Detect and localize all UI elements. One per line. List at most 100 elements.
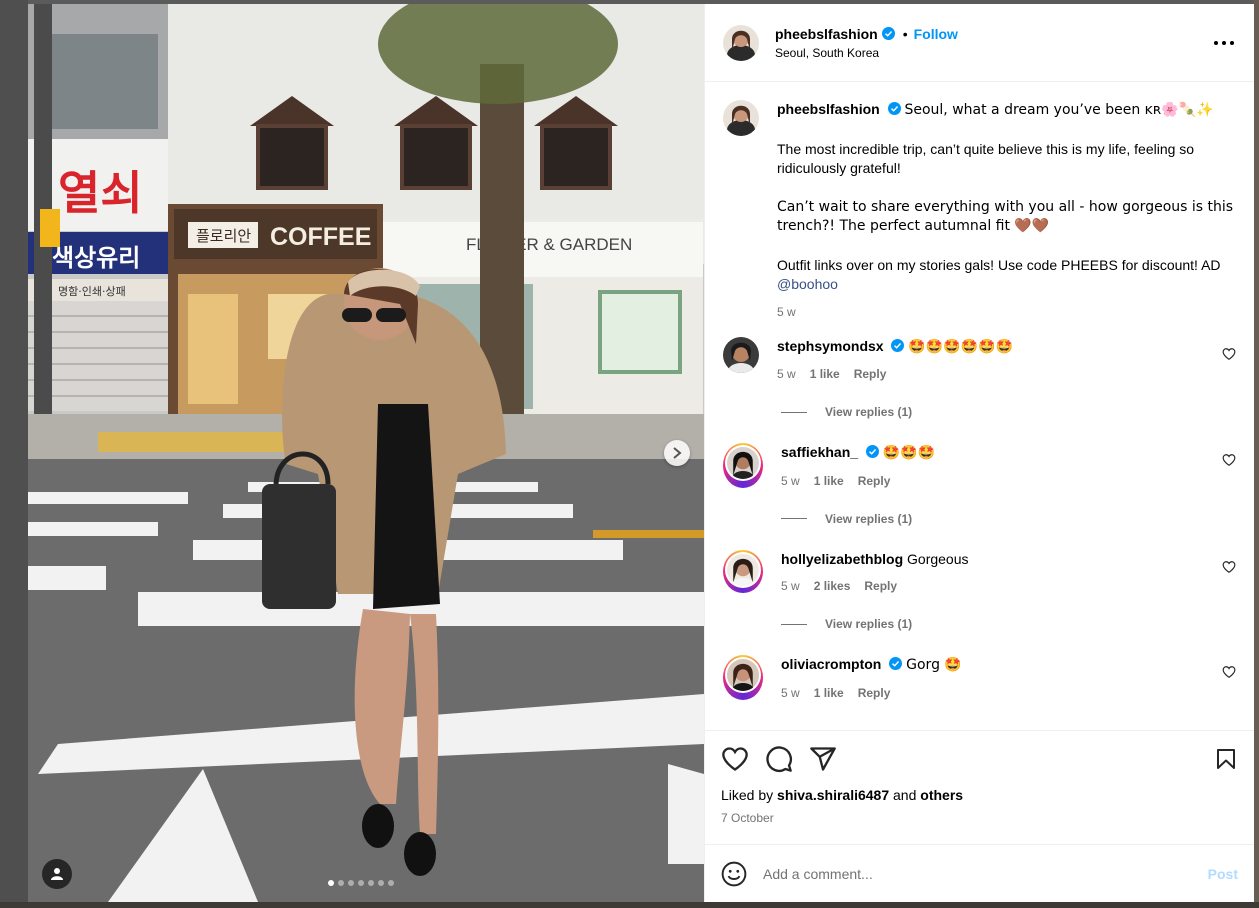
korean-cafe-sign: 플로리안 <box>196 227 251 245</box>
like-button-heart-icon[interactable] <box>721 745 749 773</box>
carousel-indicator <box>328 880 394 886</box>
page-backdrop-bottom <box>0 902 1259 908</box>
comment-row: saffiekhan_ 🤩🤩🤩 5 w 1 like Reply <box>723 443 1236 488</box>
comment-likes[interactable]: 1 like <box>810 367 840 381</box>
view-replies-button[interactable]: View replies (1) <box>781 405 1236 419</box>
view-replies-button[interactable]: View replies (1) <box>781 617 1236 631</box>
avatar-image <box>723 100 759 136</box>
reply-button[interactable]: Reply <box>858 474 891 488</box>
caption-author-avatar[interactable] <box>723 100 759 136</box>
verified-badge-icon <box>881 27 895 40</box>
reply-button[interactable]: Reply <box>854 367 887 381</box>
liked-by-user-link[interactable]: shiva.shirali6487 <box>777 787 889 803</box>
story-ring[interactable] <box>723 549 763 593</box>
page-backdrop-right <box>1254 0 1259 908</box>
comments-list[interactable]: pheebslfashion Seoul, what a dream you’v… <box>705 82 1254 730</box>
replies-rule <box>781 518 807 519</box>
carousel-dot <box>388 880 394 886</box>
mention-link[interactable]: @boohoo <box>777 276 838 292</box>
caption-username[interactable]: pheebslfashion <box>777 101 880 117</box>
street-photo-image: 열쇠 색상유리 명함·인쇄·상패 플로리안 COFFEE FLOWER & GA… <box>28 4 704 902</box>
carousel-dot <box>348 880 354 886</box>
red-shop-sign: 열쇠 <box>58 166 143 220</box>
commenter-avatar <box>727 659 759 691</box>
heart-icon[interactable] <box>1222 453 1236 467</box>
comment-row: hollyelizabethblog Gorgeous 5 w 2 likes … <box>723 549 1236 593</box>
caption-paragraph-text: Outfit links over on my stories gals! Us… <box>777 256 1225 273</box>
comment-age[interactable]: 5 w <box>781 686 800 700</box>
carousel-dot <box>338 880 344 886</box>
carousel-next-button[interactable] <box>664 440 690 466</box>
post-comment-button[interactable]: Post <box>1208 866 1238 882</box>
comment-username[interactable]: stephsymondsx <box>777 338 884 354</box>
commenter-avatar[interactable] <box>723 336 759 373</box>
post-location[interactable]: Seoul, South Korea <box>775 46 1212 60</box>
comment-username[interactable]: hollyelizabethblog <box>781 551 903 567</box>
liked-by-others-link[interactable]: others <box>920 787 963 803</box>
commenter-avatar <box>727 553 759 586</box>
page-backdrop-left <box>0 0 28 908</box>
liked-by-and: and <box>889 787 921 803</box>
view-replies-label: View replies (1) <box>825 511 913 526</box>
heart-icon[interactable] <box>1222 560 1236 574</box>
view-replies-button[interactable]: View replies (1) <box>781 512 1236 526</box>
story-ring[interactable] <box>723 655 763 700</box>
post-side-panel: pheebslfashion • Follow Seoul, South Kor… <box>704 4 1254 902</box>
verified-badge-icon <box>865 445 879 458</box>
comment-text: 🤩🤩🤩🤩🤩🤩 <box>908 338 1013 355</box>
caption-paragraph: The most incredible trip, can’t quite be… <box>777 140 1198 177</box>
chevron-right-icon <box>673 447 682 459</box>
share-icon[interactable] <box>809 745 837 773</box>
liked-by-prefix: Liked by <box>721 787 778 803</box>
comment-username[interactable]: oliviacrompton <box>781 656 881 672</box>
avatar-image <box>727 553 759 586</box>
comment-age[interactable]: 5 w <box>781 474 800 488</box>
post-photo[interactable]: 열쇠 색상유리 명함·인쇄·상패 플로리안 COFFEE FLOWER & GA… <box>28 4 704 902</box>
liked-by-summary: Liked by shiva.shirali6487 and others <box>721 787 1238 803</box>
comment-likes[interactable]: 1 like <box>814 474 844 488</box>
post-header: pheebslfashion • Follow Seoul, South Kor… <box>705 4 1254 82</box>
avatar-image <box>727 447 759 479</box>
comment-icon[interactable] <box>765 745 793 773</box>
emoji-icon[interactable] <box>721 861 747 887</box>
caption-paragraph: Outfit links over on my stories gals! Us… <box>777 256 1236 295</box>
heart-icon[interactable] <box>1222 665 1236 679</box>
comment-age[interactable]: 5 w <box>781 579 800 593</box>
comment-text: 🤩🤩🤩 <box>882 445 936 461</box>
avatar-image <box>723 24 759 61</box>
follow-button[interactable]: Follow <box>914 26 958 42</box>
view-replies-label: View replies (1) <box>825 405 913 419</box>
comment-age[interactable]: 5 w <box>777 367 796 381</box>
verified-badge-icon <box>891 338 905 352</box>
separator-dot: • <box>902 25 908 42</box>
comment-username[interactable]: saffiekhan_ <box>781 444 858 460</box>
caption: pheebslfashion Seoul, what a dream you’v… <box>723 100 1236 319</box>
avatar-image <box>723 336 759 373</box>
reply-button[interactable]: Reply <box>864 579 897 593</box>
post-actions: Liked by shiva.shirali6487 and others 7 … <box>705 730 1254 844</box>
avatar-image <box>727 659 759 691</box>
bookmark-icon[interactable] <box>1214 746 1238 772</box>
verified-badge-icon <box>889 657 903 670</box>
comment-likes[interactable]: 1 like <box>814 686 844 700</box>
author-avatar[interactable] <box>723 24 759 61</box>
post-date[interactable]: 7 October <box>721 811 1238 825</box>
story-ring[interactable] <box>723 443 763 488</box>
reply-button[interactable]: Reply <box>858 686 891 700</box>
caption-age[interactable]: 5 w <box>777 305 796 319</box>
commenter-avatar <box>727 447 759 479</box>
print-shop-sign: 명함·인쇄·상패 <box>58 285 126 298</box>
more-options-button[interactable] <box>1212 31 1236 55</box>
comment-likes[interactable]: 2 likes <box>814 579 851 593</box>
coffee-sign: COFFEE <box>270 223 371 251</box>
tagged-users-button[interactable] <box>42 859 72 889</box>
comment-text: Gorgeous <box>907 550 969 567</box>
author-username[interactable]: pheebslfashion <box>775 26 878 42</box>
caption-paragraph: Can’t wait to share everything with you … <box>777 198 1238 235</box>
comment-row: stephsymondsx 🤩🤩🤩🤩🤩🤩 5 w 1 like Reply <box>723 336 1236 381</box>
comment-input[interactable] <box>763 865 1208 882</box>
replies-rule <box>781 623 807 625</box>
heart-icon[interactable] <box>1222 347 1236 361</box>
add-comment-bar: Post <box>705 844 1254 902</box>
verified-badge-icon <box>887 102 901 115</box>
